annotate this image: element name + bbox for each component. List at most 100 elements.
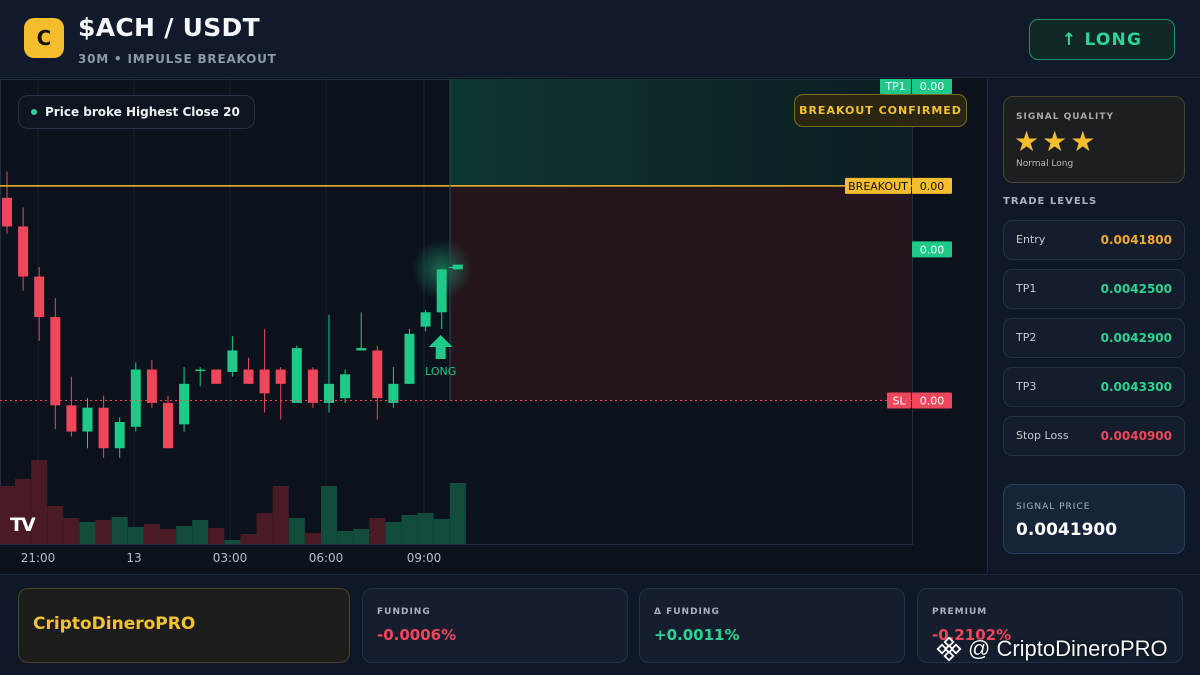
coin-logo: C (24, 18, 64, 58)
candle-body (211, 369, 222, 384)
volume-bar (353, 529, 370, 544)
signal-price-card: SIGNAL PRICE 0.0041900 (1003, 484, 1185, 554)
trade-level-value: 0.0043300 (1100, 380, 1172, 394)
breakout-confirmed-badge: BREAKOUT CONFIRMED (794, 94, 967, 127)
candle-body (307, 369, 318, 403)
premium-label: PREMIUM (932, 607, 988, 617)
candle-body (404, 333, 415, 384)
pair-title: $ACH / USDT (78, 13, 260, 42)
candle-body (66, 405, 77, 432)
trade-levels-title: TRADE LEVELS (1003, 196, 1098, 207)
price-tag-value: 0.00 (920, 243, 945, 256)
trade-level-tp3: TP3 0.0043300 (1003, 367, 1185, 407)
volume-bar (95, 520, 112, 544)
brand-name: CriptoDineroPRO (33, 614, 196, 634)
trade-level-tp2: TP2 0.0042900 (1003, 318, 1185, 358)
volume-bar (143, 524, 160, 544)
candle-body (146, 369, 157, 403)
candle-body (372, 350, 383, 399)
volume-bar (272, 486, 289, 544)
volume-bar (417, 513, 434, 544)
price-tag-value: 0.00 (920, 80, 945, 93)
volume-bar (192, 520, 209, 544)
trade-level-value: 0.0042900 (1100, 331, 1172, 345)
time-axis-label: 06:00 (309, 551, 344, 565)
candle-body (420, 312, 431, 327)
funding-label: FUNDING (377, 607, 431, 617)
trade-level-value: 0.0042500 (1100, 282, 1172, 296)
volume-bar (127, 527, 144, 544)
candle-body (163, 402, 173, 449)
long-marker-label: LONG (425, 365, 456, 378)
candle-body (2, 197, 12, 227)
volume-bar (433, 519, 450, 544)
candle-body (340, 374, 351, 399)
candle-body (291, 348, 302, 403)
price-tag-label: SL (892, 395, 906, 408)
candle-body (34, 276, 45, 318)
price-tag-label: BREAKOUT (848, 180, 908, 193)
time-axis-label: 09:00 (407, 551, 442, 565)
candle-body (130, 369, 141, 427)
trade-level-entry: Entry 0.0041800 (1003, 220, 1185, 260)
watermark-text: @ CriptoDineroPRO (968, 636, 1168, 661)
delta-funding-label: Δ FUNDING (654, 607, 720, 617)
candle-body (114, 422, 125, 449)
volume-bar (369, 518, 386, 544)
volume-bar (63, 518, 80, 544)
volume-bar (47, 506, 64, 544)
signal-price-label: SIGNAL PRICE (1016, 502, 1091, 512)
header: C $ACH / USDT 30M • IMPULSE BREAKOUT ↑ L… (0, 0, 1200, 78)
trade-level-value: 0.0041800 (1100, 233, 1172, 247)
candle-body (436, 269, 447, 313)
volume-bar (337, 531, 354, 544)
funding-card: FUNDING -0.0006% (362, 588, 628, 663)
stop-loss-zone (450, 185, 912, 401)
long-arrow-icon (428, 335, 453, 359)
candle-body (98, 407, 109, 449)
time-axis-label: 21:00 (21, 551, 56, 565)
breakout-info-text: Price broke Highest Close 20 (45, 105, 240, 119)
candle-body (50, 317, 61, 406)
time-axis-label: 03:00 (213, 551, 248, 565)
candle-body (243, 369, 254, 384)
price-tag-value: 0.00 (920, 395, 945, 408)
signal-quality-subtitle: Normal Long (1016, 159, 1074, 169)
tradingview-logo-icon: TV (10, 514, 36, 536)
trade-level-name: TP2 (1016, 331, 1037, 344)
brand-card: CriptoDineroPRO (18, 588, 350, 663)
volume-bar (385, 522, 402, 544)
candle-body (356, 348, 367, 351)
star-rating-icon: ★★★ (1014, 125, 1099, 158)
candle-body (195, 369, 206, 372)
price-tag-label: TP1 (884, 80, 905, 93)
delta-funding-value: +0.0011% (654, 626, 740, 644)
volume-bar (111, 517, 128, 544)
volume-bar (304, 533, 321, 544)
trade-level-value: 0.0040900 (1100, 429, 1172, 443)
trade-level-name: TP3 (1016, 380, 1037, 393)
signal-price-value: 0.0041900 (1016, 520, 1118, 540)
candlestick-chart-svg[interactable]: LONG 0.00 TP1 0.00 0.00 BREAKOUT 0.00 SL 21:00 13… (0, 79, 986, 573)
trade-level-name: TP1 (1016, 282, 1037, 295)
volume-bar (449, 483, 466, 544)
volume-bar (321, 486, 337, 544)
status-dot-icon (31, 109, 37, 115)
trade-level-name: Entry (1016, 233, 1046, 246)
candle-body (227, 350, 238, 372)
volume-bar (401, 515, 418, 544)
volume-bar (288, 518, 305, 544)
volume-bar (79, 522, 96, 544)
candle-body (179, 383, 190, 425)
binance-logo-icon (936, 636, 962, 662)
long-button[interactable]: ↑ LONG (1029, 19, 1175, 60)
volume-bar (240, 534, 257, 544)
funding-value: -0.0006% (377, 626, 457, 644)
pair-subtitle: 30M • IMPULSE BREAKOUT (78, 52, 277, 66)
candle-body (82, 407, 93, 432)
trade-level-name: Stop Loss (1016, 429, 1069, 442)
price-chart[interactable]: LONG 0.00 TP1 0.00 0.00 BREAKOUT 0.00 SL 21:00 13… (0, 79, 986, 573)
volume-bar (208, 528, 225, 544)
price-tag-value: 0.00 (920, 180, 945, 193)
trade-level-tp1: TP1 0.0042500 (1003, 269, 1185, 309)
